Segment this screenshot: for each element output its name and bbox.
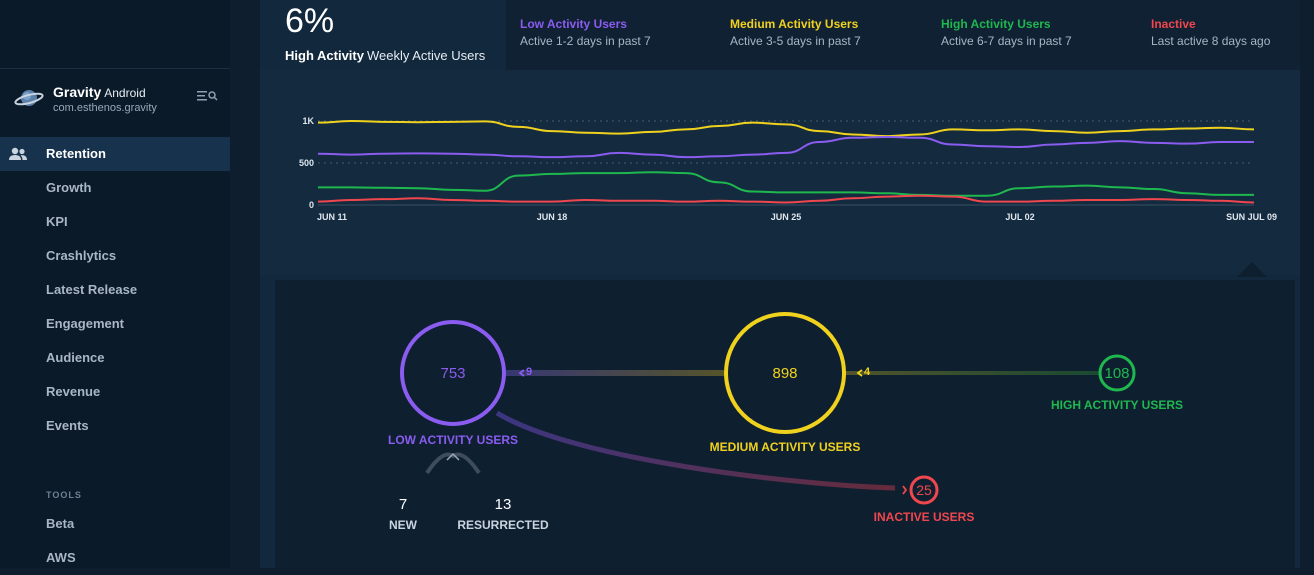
- high-activity-count: 108: [1104, 365, 1130, 382]
- x-tick-label: SUN JUL 09: [1226, 212, 1277, 222]
- medium-to-low-count: 9: [526, 366, 533, 378]
- new-users-count: 7: [398, 496, 408, 513]
- nav-item-latest-release[interactable]: Latest Release: [0, 273, 230, 307]
- activity-legend: Low Activity Users Active 1-2 days in pa…: [506, 0, 1300, 70]
- legend-title: Low Activity Users: [520, 17, 627, 31]
- series-line-inactive: [317, 194, 1255, 204]
- connector-high-to-medium: [837, 371, 1107, 375]
- x-tick-label: JUN 18: [537, 212, 568, 222]
- nav-label: Retention: [46, 146, 106, 161]
- summary-label: High Activity Weekly Active Users: [285, 48, 486, 63]
- nav-label: Latest Release: [46, 282, 138, 297]
- legend-title: High Activity Users: [941, 17, 1051, 31]
- app-package: com.esthenos.gravity: [53, 102, 157, 114]
- nav-item-beta[interactable]: Beta: [0, 507, 230, 541]
- tools-section-label: TOOLS: [46, 490, 82, 500]
- low-activity-label: LOW ACTIVITY USERS: [387, 433, 519, 447]
- legend-title: Medium Activity Users: [730, 17, 859, 31]
- nav-item-audience[interactable]: Audience: [0, 341, 230, 375]
- app-name: Gravity Android: [53, 84, 146, 100]
- retention-panel: 6% High Activity Weekly Active Users Low …: [260, 0, 1300, 568]
- medium-activity-label: MEDIUM ACTIVITY USERS: [709, 440, 861, 454]
- main-nav: Retention Growth KPI Crashlytics Latest …: [0, 137, 230, 443]
- legend-desc: Active 6-7 days in past 7: [941, 34, 1072, 48]
- nav-item-retention[interactable]: Retention: [0, 137, 230, 171]
- inactive-count: 25: [916, 482, 932, 498]
- divider: [0, 68, 230, 69]
- nav-item-aws[interactable]: AWS: [0, 541, 230, 575]
- nav-item-crashlytics[interactable]: Crashlytics: [0, 239, 230, 273]
- nav-label: AWS: [46, 550, 76, 565]
- nav-label: Audience: [46, 350, 105, 365]
- x-tick-label: JUL 02: [1005, 212, 1034, 222]
- series-line-low-activity-users: [317, 135, 1254, 159]
- nav-label: Growth: [46, 180, 92, 195]
- legend-title: Inactive: [1151, 17, 1196, 31]
- legend-desc: Last active 8 days ago: [1151, 34, 1271, 48]
- x-tick-label: JUN 11: [317, 212, 347, 222]
- inactive-label: INACTIVE USERS: [873, 510, 975, 524]
- panel-caret: [1237, 262, 1267, 277]
- y-tick-label: 1K: [302, 116, 314, 126]
- nav-label: Revenue: [46, 384, 101, 399]
- nav-label: Beta: [46, 516, 75, 531]
- filter-search-icon[interactable]: [196, 88, 218, 104]
- tools-nav: Beta AWS: [0, 507, 230, 575]
- flow-connectors: [400, 312, 1136, 505]
- sidebar: Gravity Android com.esthenos.gravity Rete…: [0, 0, 230, 568]
- users-icon: [9, 147, 27, 160]
- connector-new-resurrected: [425, 452, 481, 475]
- nav-label: Events: [46, 418, 89, 433]
- x-tick-label: JUN 25: [771, 212, 802, 222]
- user-flow-diagram: 753 LOW ACTIVITY USERS 898 MEDIUM ACTIVI…: [275, 280, 1295, 568]
- series-line-high-activity-users: [318, 171, 1254, 197]
- legend-desc: Active 1-2 days in past 7: [520, 34, 651, 48]
- nav-item-engagement[interactable]: Engagement: [0, 307, 230, 341]
- nav-item-kpi[interactable]: KPI: [0, 205, 230, 239]
- nav-item-growth[interactable]: Growth: [0, 171, 230, 205]
- legend-item-medium: Medium Activity Users Active 3-5 days in…: [730, 17, 861, 48]
- legend-item-low: Low Activity Users Active 1-2 days in pa…: [520, 17, 651, 48]
- summary-value: 6%: [285, 2, 335, 40]
- resurrected-users-count: 13: [494, 496, 512, 513]
- nav-item-events[interactable]: Events: [0, 409, 230, 443]
- nav-label: KPI: [46, 214, 68, 229]
- planet-logo-icon: [14, 90, 44, 106]
- legend-item-high: High Activity Users Active 6-7 days in p…: [941, 17, 1072, 48]
- y-tick-label: 500: [299, 158, 314, 168]
- y-tick-label: 0: [309, 200, 314, 210]
- high-to-medium-count: 4: [864, 366, 871, 378]
- new-users-label: NEW: [389, 518, 417, 532]
- resurrected-users-label: RESURRECTED: [457, 518, 549, 532]
- nav-label: Engagement: [46, 316, 125, 331]
- series-line-medium-activity-users: [317, 119, 1255, 138]
- connector-medium-to-low: [504, 370, 724, 376]
- high-activity-summary: 6% High Activity Weekly Active Users: [260, 0, 506, 70]
- legend-desc: Active 3-5 days in past 7: [730, 34, 861, 48]
- high-activity-label: HIGH ACTIVITY USERS: [1050, 398, 1184, 412]
- nav-label: Crashlytics: [46, 248, 117, 263]
- activity-line-chart: 0 500 1K JUN 11 JUN 18 JUN 25 JUL 02 SUN JUL 09: [260, 70, 1300, 275]
- line-chart-svg: 0 500 1K JUN 11 JUN 18 JUN 25 JUL 02 SUN JUL 09: [299, 116, 1277, 222]
- legend-item-inactive: Inactive Last active 8 days ago: [1151, 17, 1270, 48]
- medium-activity-count: 898: [772, 365, 798, 382]
- nav-item-revenue[interactable]: Revenue: [0, 375, 230, 409]
- low-activity-count: 753: [440, 365, 466, 382]
